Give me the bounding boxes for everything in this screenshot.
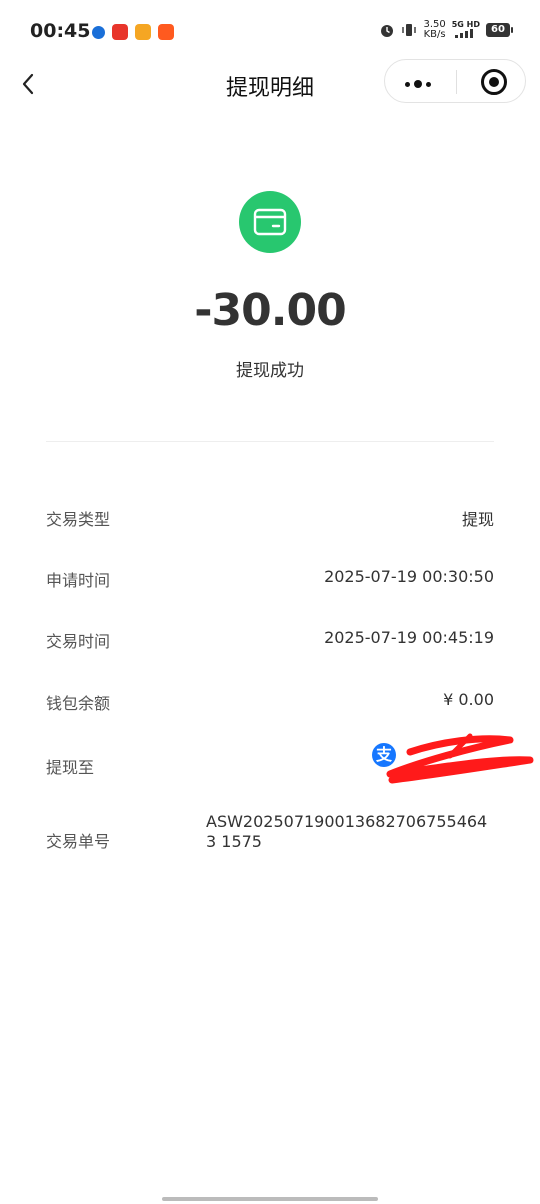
- more-icon[interactable]: [405, 80, 431, 88]
- wallet-icon: [239, 191, 301, 253]
- detail-value: 2025-07-19 00:45:19: [324, 628, 494, 647]
- close-miniprogram-icon[interactable]: [481, 69, 507, 95]
- speed-unit: KB/s: [423, 29, 446, 40]
- vibrate-icon: [402, 24, 417, 36]
- redaction-scribble: [386, 733, 534, 784]
- wallet-glyph: [253, 208, 287, 236]
- detail-label: 交易类型: [46, 510, 111, 529]
- status-bar: 00:45 3.50 KB/s 5G HD 60: [0, 0, 540, 62]
- detail-label: 申请时间: [46, 571, 111, 590]
- nav-bar: 提现明细: [0, 59, 540, 106]
- section-divider: [46, 441, 494, 442]
- detail-value: 2025-07-19 00:30:50: [324, 567, 494, 586]
- detail-value: ¥ 0.00: [443, 690, 494, 709]
- app-notification-icon: [135, 24, 151, 40]
- home-indicator[interactable]: [162, 1197, 378, 1201]
- network-speed: 3.50 KB/s: [423, 20, 445, 40]
- detail-label: 提现至: [46, 758, 95, 777]
- app-notification-icon: [112, 24, 128, 40]
- app-notification-icon: [158, 24, 174, 40]
- detail-label: 交易时间: [46, 632, 111, 651]
- detail-value: 提现: [461, 510, 494, 529]
- capsule-divider: [456, 70, 457, 94]
- order-number: ASW2025071900136827067554643 1575: [206, 812, 488, 851]
- network-indicator: 5G HD: [452, 20, 480, 40]
- status-time: 00:45: [30, 20, 91, 42]
- alarm-icon: [381, 25, 394, 37]
- network-type: 5G HD: [451, 20, 480, 29]
- battery-icon: 60: [486, 23, 513, 37]
- mini-program-capsule: [384, 59, 526, 103]
- amount-text: -30.00: [194, 285, 346, 336]
- detail-label: 钱包余额: [46, 694, 111, 713]
- signal-icon: [454, 29, 473, 38]
- status-right-group: 3.50 KB/s 5G HD 60: [379, 20, 513, 40]
- app-notification-icon: [92, 26, 105, 39]
- status-text: 提现成功: [236, 361, 304, 381]
- detail-label: 交易单号: [46, 832, 111, 851]
